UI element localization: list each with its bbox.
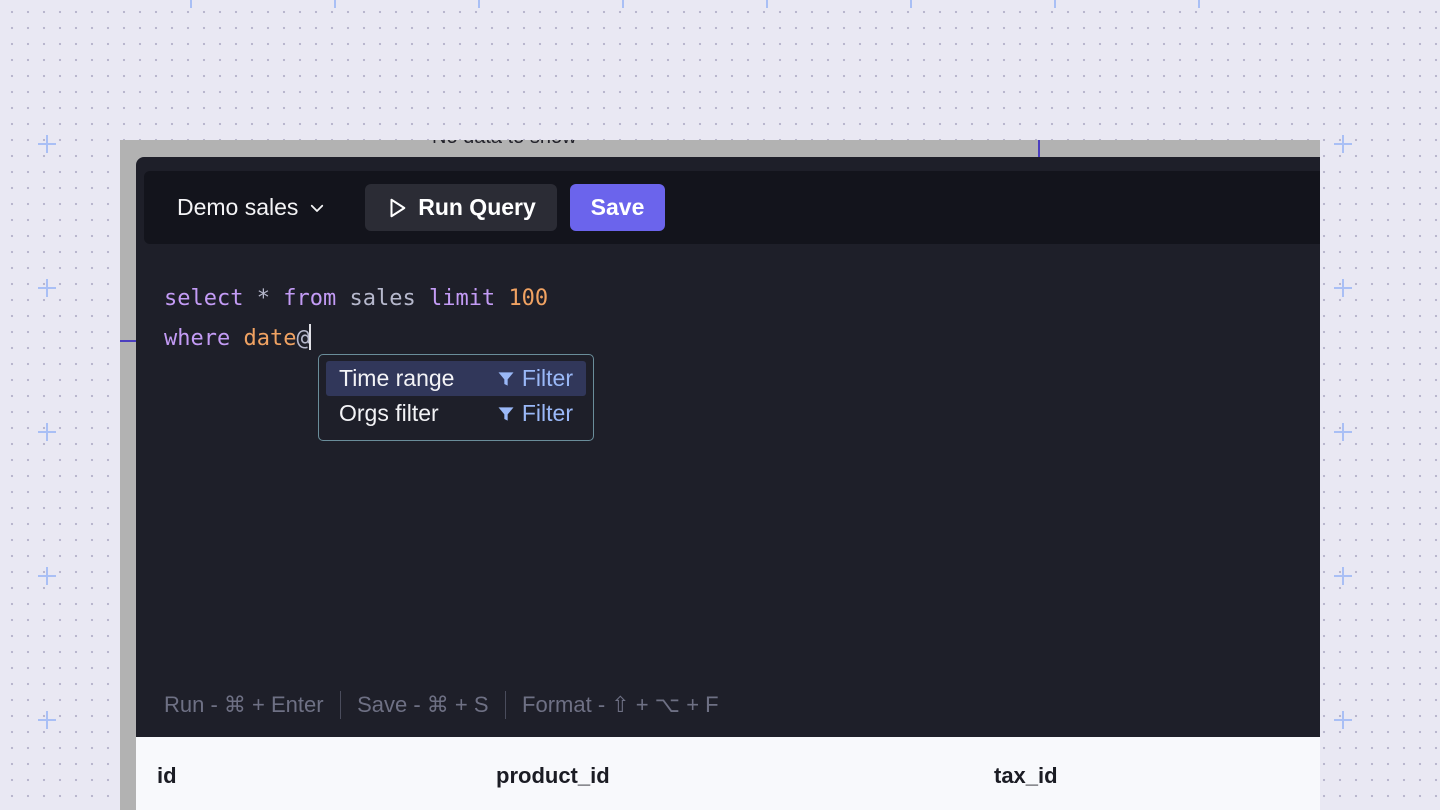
suggestion-time-range[interactable]: Time range Filter xyxy=(326,361,586,396)
database-dropdown[interactable]: Demo sales xyxy=(177,194,326,221)
run-shortcut-hint: Run - ⌘ + Enter xyxy=(164,692,324,717)
grid-tick-decoration xyxy=(1054,0,1056,8)
keyboard-shortcut-hints: Run - ⌘ + Enter Save - ⌘ + S Format - ⇧ … xyxy=(164,691,719,719)
code-editor[interactable]: select * from sales limit 100 where date@ xyxy=(164,279,548,359)
grid-plus-decoration xyxy=(38,135,56,153)
limit-value: 100 xyxy=(508,286,549,311)
empty-state-text: No data to show xyxy=(432,140,577,149)
column-header-product-id[interactable]: product_id xyxy=(496,763,610,789)
autocomplete-popup: Time range Filter Orgs filter Filter xyxy=(318,354,594,441)
grid-plus-decoration xyxy=(1334,711,1352,729)
hint-divider xyxy=(504,691,507,719)
code-line-1: select * from sales limit 100 xyxy=(164,279,548,319)
keyword-select: select xyxy=(164,286,244,311)
grid-tick-decoration xyxy=(766,0,768,8)
text-caret xyxy=(308,324,311,350)
grid-plus-decoration xyxy=(38,711,56,729)
grid-plus-decoration xyxy=(1334,279,1352,297)
background-divider xyxy=(1038,140,1040,157)
column-header-tax-id[interactable]: tax_id xyxy=(994,763,1058,789)
grid-plus-decoration xyxy=(38,567,56,585)
keyword-where: where xyxy=(164,326,231,351)
grid-tick-decoration xyxy=(478,0,480,8)
filter-icon xyxy=(498,371,514,386)
sql-editor-panel: Demo sales Run Query Save select * from … xyxy=(136,157,1320,810)
suggestion-type-tag: Filter xyxy=(496,400,573,427)
suggestion-tag-label: Filter xyxy=(521,400,573,426)
grid-tick-decoration xyxy=(1198,0,1200,8)
grid-tick-decoration xyxy=(910,0,912,8)
code-line-2: where date@ xyxy=(164,319,548,359)
suggestion-label: Time range xyxy=(339,365,455,391)
suggestion-type-tag: Filter xyxy=(496,365,573,392)
suggestion-label: Orgs filter xyxy=(339,400,439,426)
results-table-header: id product_id tax_id xyxy=(136,737,1320,810)
table-name: sales xyxy=(349,286,416,311)
column-name: date xyxy=(243,326,297,351)
database-label: Demo sales xyxy=(177,194,299,220)
grid-plus-decoration xyxy=(1334,423,1352,441)
run-query-button[interactable]: Run Query xyxy=(365,184,557,231)
grid-plus-decoration xyxy=(1334,135,1352,153)
grid-plus-decoration xyxy=(1334,567,1352,585)
keyword-from: from xyxy=(283,286,337,311)
chevron-down-icon xyxy=(311,204,324,212)
suggestion-tag-label: Filter xyxy=(521,365,573,391)
grid-tick-decoration xyxy=(622,0,624,8)
filter-icon xyxy=(498,406,514,421)
run-query-label: Run Query xyxy=(418,194,536,220)
save-shortcut-hint: Save - ⌘ + S xyxy=(357,692,489,717)
grid-tick-decoration xyxy=(190,0,192,8)
grid-plus-decoration xyxy=(38,423,56,441)
save-label: Save xyxy=(590,194,645,220)
keyword-limit: limit xyxy=(428,286,496,311)
grid-plus-decoration xyxy=(38,279,56,297)
operator-star: * xyxy=(256,286,270,311)
play-icon xyxy=(390,198,406,217)
background-divider xyxy=(120,340,136,342)
column-header-id[interactable]: id xyxy=(157,763,177,789)
hint-divider xyxy=(339,691,342,719)
save-button[interactable]: Save xyxy=(570,184,665,231)
editor-toolbar: Demo sales Run Query Save xyxy=(144,171,1320,244)
suggestion-orgs-filter[interactable]: Orgs filter Filter xyxy=(326,396,586,431)
grid-tick-decoration xyxy=(334,0,336,8)
format-shortcut-hint: Format - ⇧ + ⌥ + F xyxy=(522,692,719,717)
mention-trigger: @ xyxy=(296,326,310,351)
